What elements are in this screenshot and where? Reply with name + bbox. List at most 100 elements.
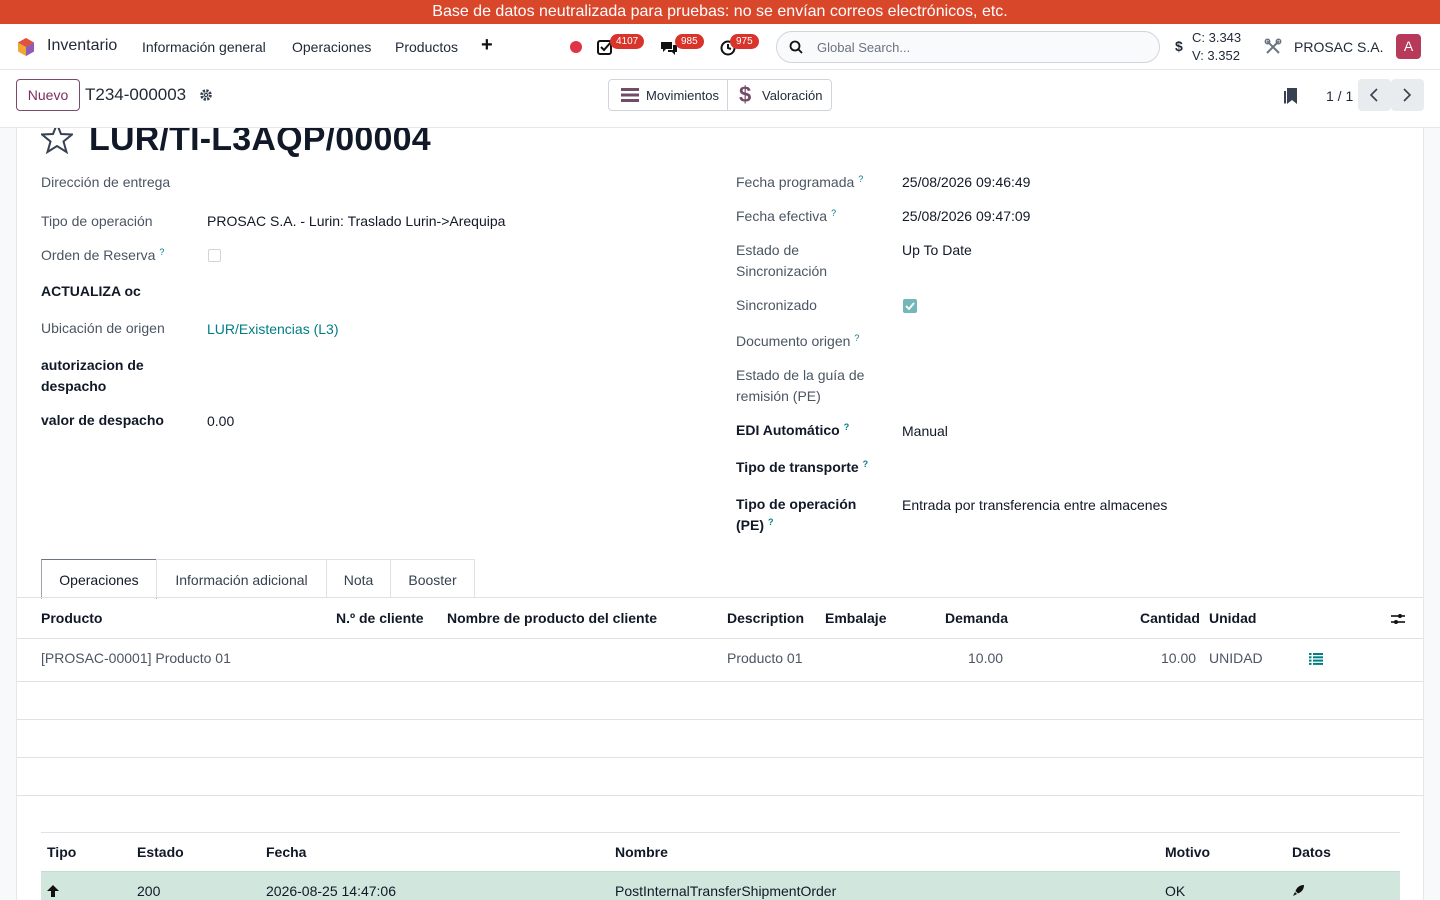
- value-fecha-programada[interactable]: 25/08/2026 09:46:49: [902, 172, 1030, 193]
- tab-nota[interactable]: Nota: [326, 559, 391, 598]
- global-search[interactable]: [776, 31, 1160, 63]
- help-icon[interactable]: ?: [863, 459, 869, 469]
- chevron-right-icon: [1403, 88, 1412, 102]
- tab-booster-label: Booster: [408, 572, 457, 588]
- search-input[interactable]: [817, 37, 1147, 57]
- rate-sell: V: 3.352: [1192, 48, 1240, 63]
- log-cell-nombre: PostInternalTransferShipmentOrder: [615, 883, 837, 899]
- col-cantidad[interactable]: Cantidad: [1140, 610, 1200, 626]
- label-fecha-efectiva-text: Fecha efectiva: [736, 208, 828, 224]
- messages-badge: 985: [675, 34, 704, 49]
- detailed-operations-icon[interactable]: [1309, 653, 1323, 665]
- tools-icon[interactable]: [1264, 38, 1282, 56]
- neutralized-db-banner: Base de datos neutralizada para pruebas:…: [0, 0, 1440, 24]
- label-estado-guia-remision: Estado de la guía de remisión (PE): [736, 367, 865, 404]
- search-icon: [789, 40, 803, 54]
- app-name[interactable]: Inventario: [47, 37, 117, 55]
- value-valor-despacho[interactable]: 0.00: [207, 411, 234, 432]
- tab-booster[interactable]: Booster: [390, 559, 475, 598]
- tab-operaciones[interactable]: Operaciones: [41, 559, 157, 599]
- list-icon: [621, 88, 639, 102]
- label-tipo-transporte: Tipo de transporte?: [736, 457, 868, 478]
- label-tipo-operacion-pe-text: Tipo de operación (PE): [736, 496, 857, 533]
- col-embalaje[interactable]: Embalaje: [825, 610, 886, 626]
- top-navbar: Inventario Información general Operacion…: [0, 24, 1440, 70]
- help-icon[interactable]: ?: [831, 208, 836, 218]
- cell-unidad[interactable]: UNIDAD: [1209, 650, 1263, 666]
- label-orden-reserva: Orden de Reserva?: [41, 245, 164, 266]
- tab-nota-label: Nota: [343, 572, 374, 588]
- log-cell-motivo: OK: [1165, 883, 1186, 899]
- value-fecha-efectiva[interactable]: 25/08/2026 09:47:09: [902, 206, 1030, 227]
- empty-row: [17, 758, 1423, 796]
- pager-value[interactable]: 1 / 1: [1326, 88, 1353, 104]
- log-col-nombre: Nombre: [615, 844, 668, 860]
- col-producto[interactable]: Producto: [41, 610, 102, 626]
- log-col-fecha: Fecha: [266, 844, 307, 860]
- menu-informacion-general[interactable]: Información general: [142, 39, 266, 55]
- label-autorizacion-despacho: autorizacion de despacho: [41, 357, 144, 394]
- inventory-app-icon[interactable]: [16, 37, 36, 57]
- col-numero-cliente[interactable]: N.º de cliente: [336, 610, 424, 626]
- value-tipo-operacion-pe[interactable]: Entrada por transferencia entre almacene…: [902, 495, 1167, 516]
- help-icon[interactable]: ?: [844, 422, 850, 432]
- company-switcher[interactable]: PROSAC S.A.: [1294, 39, 1383, 55]
- orden-reserva-checkbox[interactable]: [208, 249, 221, 262]
- currency-icon[interactable]: $: [1175, 38, 1183, 54]
- help-icon[interactable]: ?: [858, 174, 863, 184]
- add-menu-icon[interactable]: +: [481, 34, 493, 57]
- value-estado-sincronizacion: Up To Date: [902, 242, 972, 258]
- value-ubicacion-origen[interactable]: LUR/Existencias (L3): [207, 319, 339, 340]
- gear-icon[interactable]: [199, 88, 213, 102]
- col-unidad[interactable]: Unidad: [1209, 610, 1256, 626]
- rocket-icon[interactable]: [1292, 884, 1305, 897]
- label-tipo-operacion-pe: Tipo de operación (PE)?: [736, 494, 876, 536]
- log-cell-estado: 200: [137, 883, 161, 899]
- label-estado-sincronizacion: Estado de Sincronización: [736, 242, 828, 279]
- tab-informacion-adicional-label: Información adicional: [175, 572, 308, 588]
- table-row[interactable]: [PROSAC-00001] Producto 01 Producto 01 1…: [17, 639, 1423, 682]
- label-tipo-operacion: Tipo de operación: [41, 213, 153, 229]
- label-edi-automatico: EDI Automático?: [736, 420, 849, 441]
- label-actualiza-oc: ACTUALIZA oc: [41, 283, 141, 299]
- col-demanda[interactable]: Demanda: [945, 610, 1008, 626]
- label-documento-origen-text: Documento origen: [736, 333, 851, 349]
- col-description[interactable]: Description: [727, 610, 804, 626]
- cell-description[interactable]: Producto 01: [727, 650, 803, 666]
- menu-productos[interactable]: Productos: [395, 39, 458, 55]
- col-nombre-producto-cliente[interactable]: Nombre de producto del cliente: [447, 610, 657, 626]
- chevron-left-icon: [1369, 88, 1378, 102]
- log-col-motivo: Motivo: [1165, 844, 1211, 860]
- star-icon[interactable]: [41, 128, 73, 154]
- sincronizado-checkbox[interactable]: [903, 299, 917, 313]
- label-ubicacion-origen: Ubicación de origen: [41, 320, 165, 336]
- pager-next-button[interactable]: [1391, 79, 1424, 111]
- valoracion-button[interactable]: $ Valoración: [729, 80, 831, 110]
- help-icon[interactable]: ?: [159, 247, 164, 257]
- empty-row: [17, 682, 1423, 720]
- value-edi-automatico[interactable]: Manual: [902, 421, 948, 442]
- check-icon: [905, 302, 915, 311]
- cell-cantidad[interactable]: 10.00: [1161, 650, 1196, 666]
- label-sincronizado: Sincronizado: [736, 297, 817, 313]
- log-row[interactable]: 200 2026-08-25 14:47:06 PostInternalTran…: [41, 871, 1400, 900]
- tab-informacion-adicional[interactable]: Información adicional: [156, 559, 327, 598]
- label-fecha-programada-text: Fecha programada: [736, 174, 855, 190]
- exchange-rates[interactable]: C: 3.343 V: 3.352: [1192, 29, 1241, 65]
- bookmark-icon[interactable]: [1283, 87, 1299, 105]
- menu-operaciones[interactable]: Operaciones: [292, 39, 371, 55]
- movimientos-button[interactable]: Movimientos: [609, 80, 728, 110]
- label-fecha-efectiva: Fecha efectiva?: [736, 206, 836, 227]
- help-icon[interactable]: ?: [854, 333, 859, 343]
- new-button[interactable]: Nuevo: [16, 79, 80, 111]
- value-tipo-operacion[interactable]: PROSAC S.A. - Lurin: Traslado Lurin->Are…: [207, 211, 505, 232]
- cell-demanda[interactable]: 10.00: [968, 650, 1003, 666]
- cell-producto[interactable]: [PROSAC-00001] Producto 01: [41, 650, 231, 666]
- help-icon[interactable]: ?: [768, 517, 774, 527]
- pager-previous-button[interactable]: [1358, 79, 1391, 111]
- recording-icon[interactable]: [570, 41, 582, 53]
- user-avatar[interactable]: A: [1396, 34, 1421, 59]
- tab-operaciones-label: Operaciones: [59, 572, 139, 588]
- dollar-icon: $: [739, 82, 752, 107]
- optional-columns-icon[interactable]: [1391, 612, 1405, 626]
